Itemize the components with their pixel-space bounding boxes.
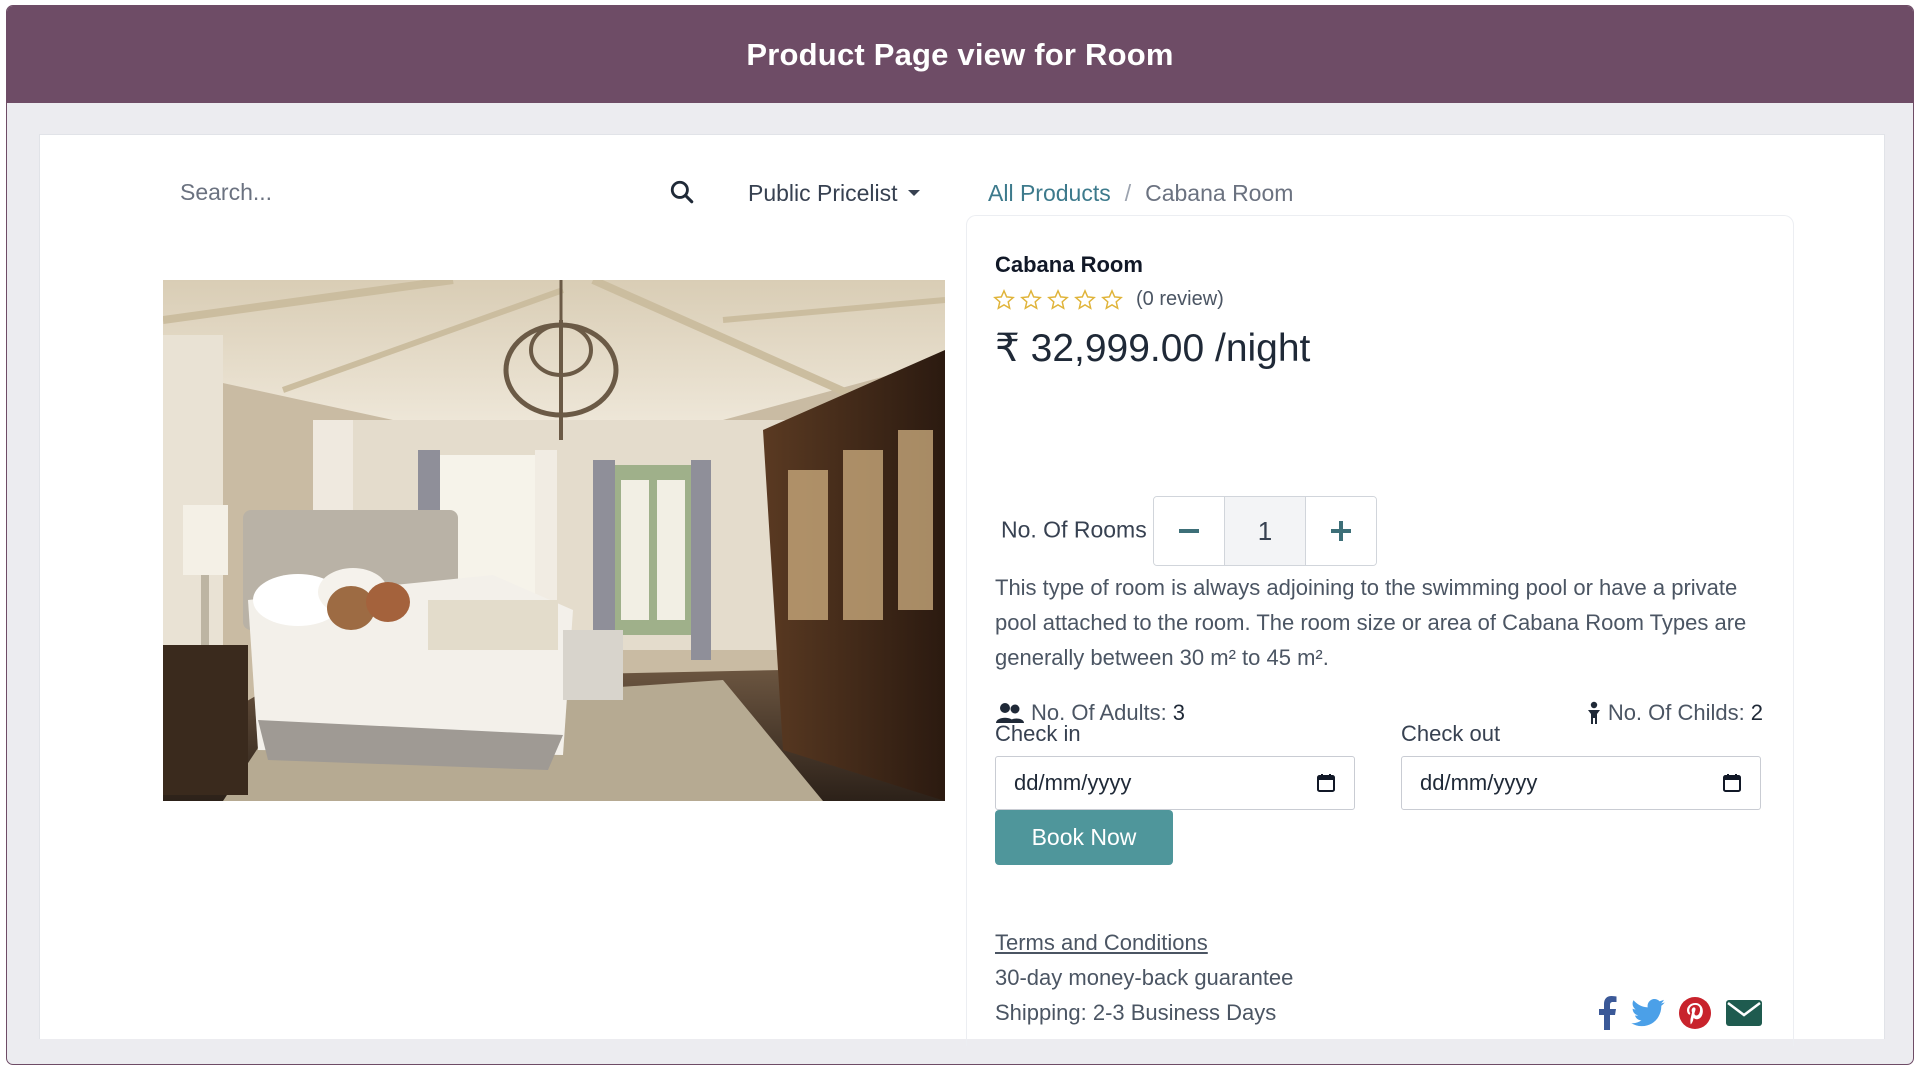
banner-title: Product Page view for Room bbox=[746, 36, 1174, 72]
checkout-date-input[interactable]: dd/mm/yyyy bbox=[1401, 756, 1761, 810]
product-description: This type of room is always adjoining to… bbox=[995, 575, 1747, 670]
email-icon bbox=[1726, 1000, 1762, 1026]
calendar-icon[interactable] bbox=[1316, 773, 1336, 793]
childs-value: 2 bbox=[1750, 700, 1763, 725]
product-image bbox=[163, 280, 945, 801]
review-count: (0 review) bbox=[1136, 288, 1224, 310]
product-page: Public Pricelist All Products / Cabana R… bbox=[39, 134, 1885, 1046]
share-email-button[interactable] bbox=[1725, 999, 1763, 1027]
page-banner: Product Page view for Room bbox=[7, 6, 1913, 103]
share-facebook-button[interactable] bbox=[1597, 996, 1617, 1030]
minus-icon bbox=[1179, 529, 1199, 533]
caret-down-icon bbox=[907, 190, 920, 196]
pinterest-icon bbox=[1679, 997, 1711, 1029]
increase-rooms-button[interactable] bbox=[1306, 497, 1376, 565]
book-now-button[interactable]: Book Now bbox=[995, 810, 1173, 865]
breadcrumb-all-products[interactable]: All Products bbox=[988, 180, 1111, 207]
guarantee-text: 30-day money-back guarantee bbox=[995, 965, 1294, 990]
terms-link[interactable]: Terms and Conditions bbox=[995, 930, 1208, 956]
rooms-label: No. Of Rooms bbox=[1001, 516, 1147, 543]
star-empty-icon bbox=[993, 288, 1015, 310]
star-empty-icon bbox=[1020, 288, 1042, 310]
star-empty-icon bbox=[1047, 288, 1069, 310]
checkin-date-input[interactable]: dd/mm/yyyy bbox=[995, 756, 1355, 810]
checkout-date-value: dd/mm/yyyy bbox=[1420, 770, 1538, 795]
child-icon bbox=[1587, 701, 1600, 724]
product-price: ₹ 32,999.00 /night bbox=[995, 327, 1311, 370]
calendar-icon[interactable] bbox=[1722, 773, 1742, 793]
product-rating[interactable]: (0 review) bbox=[993, 288, 1224, 311]
pricelist-dropdown[interactable]: Public Pricelist bbox=[748, 173, 920, 213]
checkout-label: Check out bbox=[1401, 721, 1501, 746]
adults-value: 3 bbox=[1172, 700, 1185, 725]
checkin-date-value: dd/mm/yyyy bbox=[1014, 770, 1132, 795]
childs-info: No. Of Childs: 2 bbox=[1586, 700, 1763, 726]
search-bar bbox=[162, 168, 710, 216]
window-frame: Product Page view for Room Public Pricel… bbox=[6, 5, 1914, 1065]
share-pinterest-button[interactable] bbox=[1679, 997, 1711, 1029]
rooms-quantity-input[interactable]: 1 bbox=[1224, 497, 1306, 565]
search-input[interactable] bbox=[162, 168, 654, 216]
checkin-label: Check in bbox=[995, 721, 1081, 746]
twitter-icon bbox=[1631, 999, 1665, 1027]
breadcrumb: All Products / Cabana Room bbox=[988, 173, 1293, 213]
product-title: Cabana Room bbox=[995, 252, 1143, 277]
share-icons bbox=[1597, 996, 1763, 1030]
breadcrumb-separator: / bbox=[1124, 179, 1132, 206]
search-icon bbox=[670, 180, 694, 204]
star-empty-icon bbox=[1101, 288, 1123, 310]
shipping-text: Shipping: 2-3 Business Days bbox=[995, 1000, 1277, 1025]
share-twitter-button[interactable] bbox=[1631, 999, 1665, 1027]
childs-label: No. Of Childs: bbox=[1607, 700, 1745, 725]
rooms-quantity-stepper: 1 bbox=[1153, 496, 1377, 566]
plus-icon bbox=[1331, 521, 1351, 541]
decrease-rooms-button[interactable] bbox=[1154, 497, 1224, 565]
breadcrumb-current: Cabana Room bbox=[1145, 179, 1294, 206]
product-details-card: Cabana Room (0 review) ₹ 32,999.00 /nigh… bbox=[966, 215, 1794, 1046]
facebook-icon bbox=[1599, 996, 1617, 1030]
star-empty-icon bbox=[1074, 288, 1096, 310]
pricelist-label: Public Pricelist bbox=[748, 179, 898, 206]
search-button[interactable] bbox=[654, 169, 710, 215]
